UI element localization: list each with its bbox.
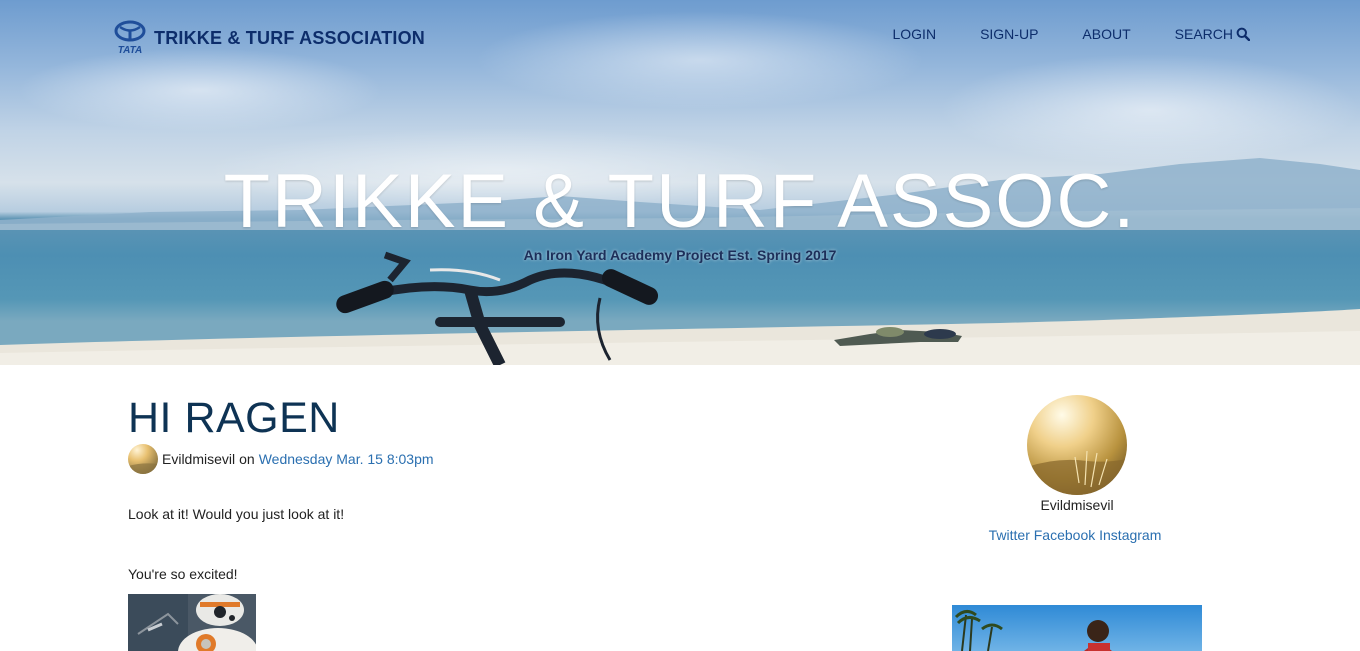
nav-search[interactable]: SEARCH [1175,26,1250,42]
hero-beach [0,309,1360,365]
post-title[interactable]: HI RAGEN [128,394,340,443]
nav-search-label: SEARCH [1174,26,1233,42]
twitter-link[interactable]: Twitter [989,527,1030,543]
nav-signup[interactable]: SIGN-UP [980,26,1038,42]
sidebar-photo[interactable] [952,605,1202,651]
profile-name: Evildmisevil [1040,497,1114,513]
post-paragraph: Look at it! Would you just look at it! [128,506,345,522]
beach-people [834,327,962,346]
nav-links: LOGIN SIGN-UP ABOUT SEARCH [848,26,1250,42]
search-icon [1236,27,1250,41]
hero-title: TRIKKE & TURF ASSOC. [223,159,1137,244]
post-image-bb8[interactable] [128,594,256,651]
social-links: Twitter Facebook Instagram [952,527,1198,543]
hero-subtitle: An Iron Yard Academy Project Est. Spring… [523,247,837,263]
facebook-link[interactable]: Facebook [1034,527,1095,543]
author-avatar[interactable] [128,444,158,474]
nav-about[interactable]: ABOUT [1082,26,1130,42]
bike-handlebar [336,251,659,365]
nav-login[interactable]: LOGIN [892,26,936,42]
svg-text:TATA: TATA [118,45,142,56]
post-meta: Evildmisevil on Wednesday Mar. 15 8:03pm [128,444,434,474]
post-meta-on: on [239,451,255,467]
profile-avatar[interactable] [1027,395,1127,495]
post-paragraph: You're so excited! [128,566,238,582]
brand-name: TRIKKE & TURF ASSOCIATION [154,27,425,48]
brand[interactable]: TATA TRIKKE & TURF ASSOCIATION [110,20,425,56]
top-nav: TATA TRIKKE & TURF ASSOCIATION LOGIN SIG… [0,0,1360,70]
post-author[interactable]: Evildmisevil [162,451,235,467]
post-date-link[interactable]: Wednesday Mar. 15 8:03pm [259,451,434,467]
instagram-link[interactable]: Instagram [1099,527,1161,543]
tata-logo-icon: TATA [114,20,146,56]
